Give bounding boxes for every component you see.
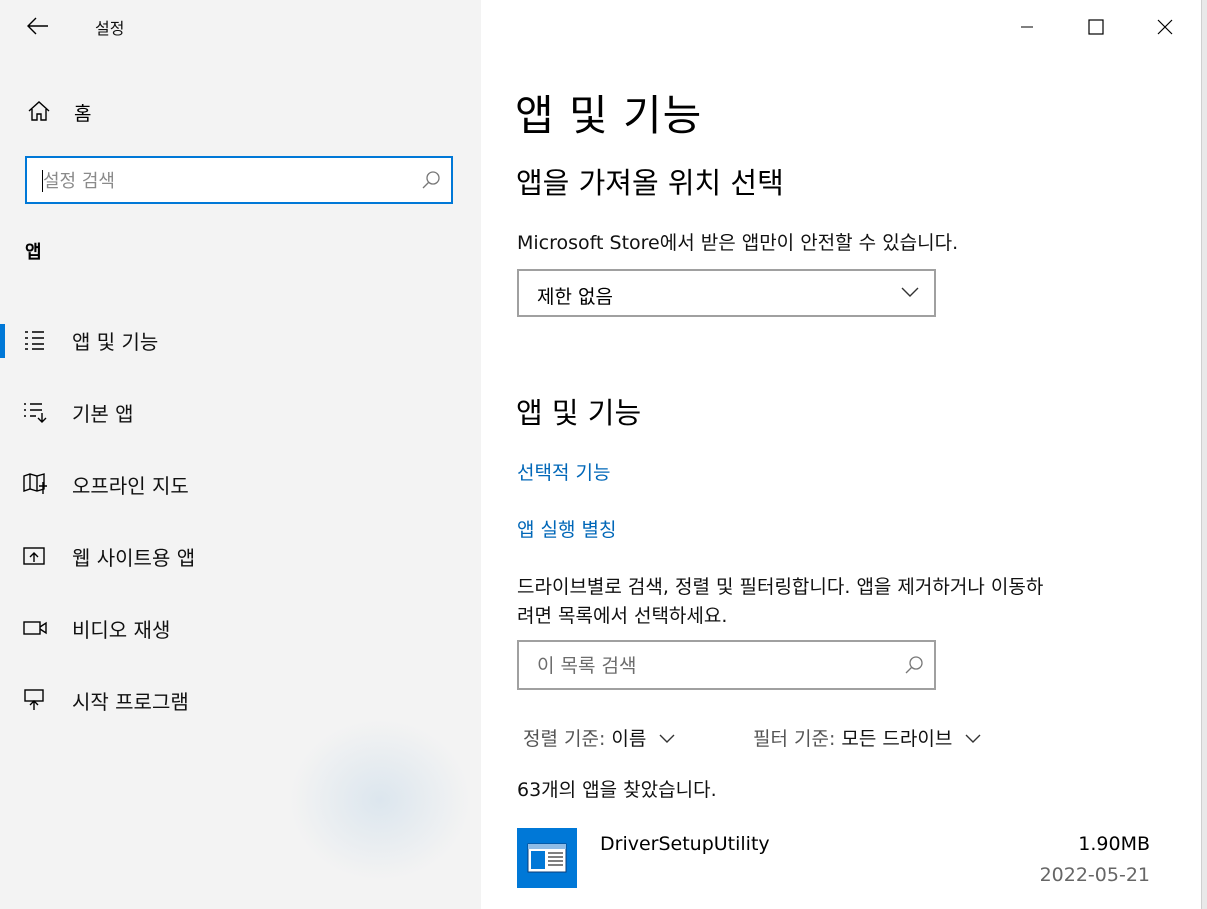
app-count-text: 63개의 앱을 찾았습니다.: [517, 779, 717, 801]
optional-features-link[interactable]: 선택적 기능: [517, 458, 610, 485]
app-list-item[interactable]: DriverSetupUtility 1.90MB 2022-05-21: [517, 828, 1150, 890]
apps-list-icon: [25, 331, 44, 350]
app-size: 1.90MB: [1078, 833, 1150, 855]
filter-value: 모든 드라이브: [841, 728, 953, 750]
search-icon[interactable]: [421, 170, 441, 190]
help-text-line-2: 려면 목록에서 선택하세요.: [517, 605, 728, 627]
active-indicator: [0, 324, 5, 358]
sidebar-item-label: 오프라인 지도: [72, 473, 189, 498]
app-icon: [517, 828, 577, 888]
app-install-date: 2022-05-21: [1039, 864, 1150, 886]
sidebar-item-offline-maps[interactable]: 오프라인 지도: [0, 458, 481, 510]
app-execution-aliases-link[interactable]: 앱 실행 별칭: [517, 515, 616, 542]
search-icon[interactable]: [904, 655, 924, 675]
sort-label: 정렬 기준:: [523, 728, 606, 750]
default-apps-icon: [24, 403, 47, 423]
map-icon: [23, 473, 47, 494]
apps-features-heading: 앱 및 기능: [516, 396, 642, 430]
sidebar-item-apps-for-websites[interactable]: 웹 사이트용 앱: [0, 530, 481, 582]
maximize-button[interactable]: [1073, 8, 1119, 46]
settings-search-input[interactable]: [41, 158, 415, 204]
sidebar-item-default-apps[interactable]: 기본 앱: [0, 386, 481, 438]
close-icon: [1157, 19, 1173, 35]
maximize-icon: [1088, 19, 1104, 35]
sidebar-item-apps-features[interactable]: 앱 및 기능: [0, 314, 481, 366]
background-window-edge: [1201, 0, 1207, 909]
sidebar-item-label: 홈: [74, 102, 92, 125]
dropdown-value: 제한 없음: [537, 286, 613, 308]
help-text-line-1: 드라이브별로 검색, 정렬 및 필터링합니다. 앱을 제거하거나 이동하: [517, 576, 1044, 598]
minimize-button[interactable]: [1004, 8, 1050, 46]
startup-icon: [24, 689, 44, 710]
home-icon: [28, 101, 50, 121]
app-name: DriverSetupUtility: [600, 833, 770, 855]
filter-label: 필터 기준:: [753, 728, 836, 750]
chevron-down-icon: [659, 734, 675, 743]
window-title: 설정: [95, 19, 125, 38]
open-in-app-icon: [23, 547, 45, 565]
install-source-heading: 앱을 가져올 위치 선택: [516, 166, 784, 200]
installer-window-icon: [527, 843, 567, 873]
sort-dropdown[interactable]: 정렬 기준: 이름: [523, 724, 676, 751]
filter-dropdown[interactable]: 필터 기준: 모든 드라이브: [753, 724, 982, 751]
sort-value: 이름: [611, 728, 647, 750]
back-button[interactable]: [22, 10, 54, 42]
sidebar-item-label: 앱 및 기능: [72, 329, 159, 354]
sidebar-item-label: 비디오 재생: [72, 617, 171, 642]
back-arrow-icon: [27, 17, 48, 35]
app-list-search-box[interactable]: [517, 640, 936, 690]
chevron-down-icon: [965, 734, 981, 743]
app-list-search-input[interactable]: [535, 642, 899, 690]
sidebar-item-label: 기본 앱: [72, 401, 134, 426]
page-title: 앱 및 기능: [515, 91, 703, 140]
close-button[interactable]: [1142, 8, 1188, 46]
install-source-dropdown[interactable]: 제한 없음: [517, 269, 936, 317]
sidebar-item-home[interactable]: 홈: [22, 94, 462, 130]
sidebar-item-label: 웹 사이트용 앱: [72, 545, 196, 570]
sidebar-section-label: 앱: [25, 242, 42, 263]
sidebar-item-startup[interactable]: 시작 프로그램: [0, 674, 481, 726]
sidebar-item-video-playback[interactable]: 비디오 재생: [0, 602, 481, 654]
video-icon: [23, 621, 47, 635]
chevron-down-icon: [901, 287, 919, 297]
settings-search-box[interactable]: [25, 156, 453, 204]
minimize-icon: [1021, 26, 1033, 28]
sidebar-item-label: 시작 프로그램: [72, 689, 189, 714]
sidebar: 설정 홈 앱 앱 및 기능 기본 앱 오프라인 지도: [0, 0, 481, 909]
install-source-description: Microsoft Store에서 받은 앱만이 안전할 수 있습니다.: [517, 232, 959, 254]
